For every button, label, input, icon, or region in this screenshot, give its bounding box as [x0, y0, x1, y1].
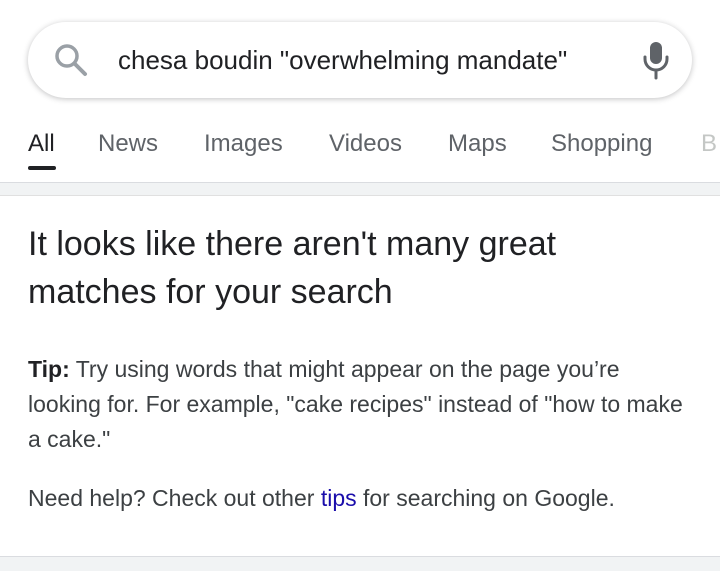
search-tabs: All News Images Videos Maps Shopping B — [0, 120, 720, 182]
help-paragraph: Need help? Check out other tips for sear… — [28, 482, 688, 514]
search-icon[interactable] — [52, 41, 90, 79]
mic-icon[interactable] — [640, 39, 672, 81]
tab-more-partial[interactable]: B — [701, 130, 717, 158]
no-results-card: It looks like there aren't many great ma… — [0, 196, 720, 556]
tip-paragraph: Tip: Try using words that might appear o… — [28, 352, 688, 457]
search-input[interactable]: chesa boudin "overwhelming mandate" — [118, 44, 567, 76]
tab-all[interactable]: All — [28, 130, 55, 158]
tip-label: Tip: — [28, 356, 70, 382]
tip-text: Try using words that might appear on the… — [28, 356, 683, 452]
tab-videos[interactable]: Videos — [329, 130, 402, 158]
help-suffix: for searching on Google. — [356, 485, 615, 511]
tab-shopping[interactable]: Shopping — [551, 130, 652, 158]
help-prefix: Need help? Check out other — [28, 485, 321, 511]
tab-images[interactable]: Images — [204, 130, 283, 158]
section-divider — [0, 182, 720, 196]
search-bar[interactable]: chesa boudin "overwhelming mandate" — [28, 22, 692, 98]
bottom-divider — [0, 556, 720, 571]
active-tab-indicator — [28, 166, 56, 170]
tab-news[interactable]: News — [98, 130, 158, 158]
tips-link[interactable]: tips — [321, 485, 357, 511]
tab-maps[interactable]: Maps — [448, 130, 507, 158]
no-results-headline: It looks like there aren't many great ma… — [28, 225, 557, 311]
